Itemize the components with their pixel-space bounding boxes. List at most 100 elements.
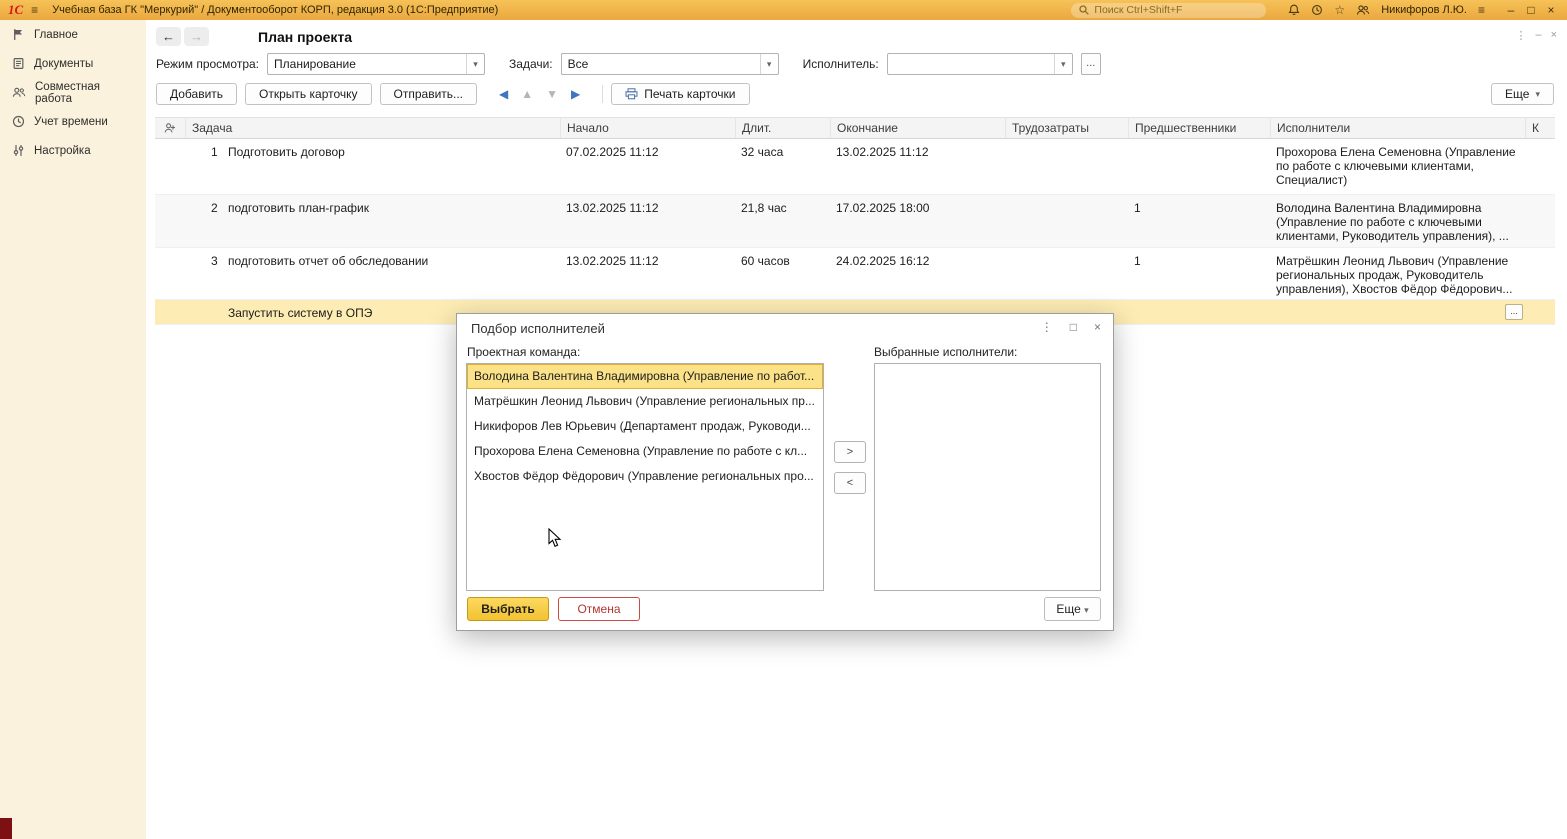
task-name: подготовить план-график bbox=[228, 201, 369, 215]
close-button[interactable]: × bbox=[1543, 3, 1559, 17]
sidebar-item-collaboration[interactable]: Совместная работа bbox=[0, 78, 146, 107]
executor-filter-input[interactable]: ▾ bbox=[886, 53, 1073, 75]
task-labor bbox=[1005, 139, 1128, 194]
project-team-list: Володина Валентина Владимировна (Управле… bbox=[466, 363, 824, 591]
table-row[interactable]: 3 подготовить отчет об обследовании 13.02… bbox=[155, 248, 1555, 300]
move-left-arrow-icon[interactable]: ◀ bbox=[499, 87, 508, 101]
task-executors: Прохорова Елена Семеновна (Управление по… bbox=[1276, 145, 1516, 187]
column-header-k[interactable]: К bbox=[1525, 118, 1555, 138]
task-labor bbox=[1005, 248, 1128, 299]
command-bar: Добавить Открыть карточку Отправить... ◀… bbox=[156, 83, 1554, 105]
list-item[interactable]: Володина Валентина Владимировна (Управле… bbox=[467, 364, 823, 389]
chevron-down-icon[interactable]: ▾ bbox=[759, 54, 778, 74]
notifications-bell-icon[interactable] bbox=[1288, 4, 1300, 16]
current-user[interactable]: Никифоров Л.Ю. bbox=[1381, 4, 1467, 16]
column-header-predecessors[interactable]: Предшественники bbox=[1128, 118, 1270, 138]
executor-filter-label: Исполнитель: bbox=[802, 57, 879, 71]
view-mode-label: Режим просмотра: bbox=[156, 57, 260, 71]
sidebar-item-label: Настройка bbox=[34, 144, 91, 157]
main-menu-icon[interactable]: ≡ bbox=[31, 3, 38, 17]
sidebar-item-label: Учет времени bbox=[34, 115, 108, 128]
sidebar-item-main[interactable]: Главное bbox=[0, 20, 146, 49]
column-header-labor[interactable]: Трудозатраты bbox=[1005, 118, 1128, 138]
1c-logo: 1С bbox=[8, 2, 24, 17]
move-right-arrow-icon[interactable]: ▶ bbox=[571, 87, 580, 101]
table-row[interactable]: 2 подготовить план-график 13.02.2025 11:1… bbox=[155, 195, 1555, 248]
list-item[interactable]: Хвостов Фёдор Фёдорович (Управление реги… bbox=[467, 464, 823, 489]
nav-back-button[interactable]: ← bbox=[156, 27, 181, 46]
sidebar-item-time-tracking[interactable]: Учет времени bbox=[0, 107, 146, 136]
sidebar-item-label: Главное bbox=[34, 28, 78, 41]
dialog-more-icon[interactable]: ⋮ bbox=[1041, 320, 1053, 334]
collaboration-users-icon bbox=[12, 87, 26, 97]
list-item[interactable]: Прохорова Елена Семеновна (Управление по… bbox=[467, 439, 823, 464]
column-header-executors[interactable]: Исполнители bbox=[1270, 118, 1525, 138]
dialog-close-icon[interactable]: × bbox=[1094, 320, 1101, 334]
column-header-duration[interactable]: Длит. bbox=[735, 118, 830, 138]
sidebar-item-documents[interactable]: Документы bbox=[0, 49, 146, 78]
open-card-button[interactable]: Открыть карточку bbox=[245, 83, 372, 105]
form-minimize-icon[interactable]: – bbox=[1535, 29, 1541, 42]
task-end: 13.02.2025 11:12 bbox=[836, 145, 929, 159]
task-end: 24.02.2025 16:12 bbox=[836, 254, 930, 268]
move-from-selected-button[interactable]: < bbox=[834, 472, 866, 494]
more-button[interactable]: Еще ▾ bbox=[1491, 83, 1554, 105]
select-button[interactable]: Выбрать bbox=[467, 597, 549, 621]
sidebar-item-label: Документы bbox=[34, 57, 94, 70]
chevron-down-icon: ▾ bbox=[1535, 88, 1540, 99]
screen-artifact bbox=[0, 818, 12, 839]
person-column-header[interactable] bbox=[155, 118, 185, 138]
toolbar-separator bbox=[602, 85, 604, 103]
task-name: Запустить систему в ОПЭ bbox=[228, 306, 373, 320]
task-executors: Матрёшкин Леонид Львович (Управление рег… bbox=[1276, 254, 1513, 296]
nav-forward-button[interactable]: → bbox=[184, 27, 209, 46]
chevron-down-icon[interactable]: ▾ bbox=[1053, 54, 1072, 74]
global-search-input[interactable]: Поиск Ctrl+Shift+F bbox=[1071, 2, 1267, 18]
task-predecessors bbox=[1128, 300, 1270, 324]
history-icon[interactable] bbox=[1311, 4, 1323, 16]
executor-choose-button[interactable]: ... bbox=[1080, 53, 1101, 75]
sidebar-item-settings[interactable]: Настройка bbox=[0, 136, 146, 165]
team-list-label: Проектная команда: bbox=[467, 345, 581, 359]
table-row[interactable]: 1 Подготовить договор 07.02.2025 11:12 32… bbox=[155, 139, 1555, 195]
minimize-button[interactable]: – bbox=[1503, 3, 1519, 17]
favorites-star-icon[interactable]: ☆ bbox=[1334, 3, 1345, 17]
task-labor bbox=[1005, 195, 1128, 247]
form-more-icon[interactable]: ⋮ bbox=[1515, 29, 1526, 42]
chevron-down-icon[interactable]: ▾ bbox=[466, 54, 484, 74]
dialog-maximize-icon[interactable]: □ bbox=[1070, 320, 1077, 334]
column-header-task[interactable]: Задача bbox=[185, 118, 560, 138]
task-start: 07.02.2025 11:12 bbox=[566, 145, 659, 159]
list-item[interactable]: Никифоров Лев Юрьевич (Департамент прода… bbox=[467, 414, 823, 439]
filter-bar: Режим просмотра: Планирование ▾ Задачи: … bbox=[156, 53, 1101, 75]
move-to-selected-button[interactable]: > bbox=[834, 441, 866, 463]
form-close-icon[interactable]: × bbox=[1551, 29, 1557, 42]
dialog-more-button[interactable]: Еще ▾ bbox=[1044, 597, 1101, 621]
window-title: Учебная база ГК "Меркурий" / Документооб… bbox=[52, 4, 499, 16]
discussions-users-icon[interactable] bbox=[1356, 4, 1370, 16]
printer-icon bbox=[625, 88, 638, 100]
chevron-down-icon: ▾ bbox=[1084, 605, 1089, 615]
view-mode-select[interactable]: Планирование ▾ bbox=[267, 53, 486, 75]
task-start: 13.02.2025 11:12 bbox=[566, 201, 659, 215]
add-button[interactable]: Добавить bbox=[156, 83, 238, 105]
executors-choose-button[interactable]: ... bbox=[1505, 304, 1523, 320]
dialog-title: Подбор исполнителей bbox=[471, 321, 605, 336]
column-header-end[interactable]: Окончание bbox=[830, 118, 1005, 138]
person-icon bbox=[164, 123, 175, 133]
settings-sliders-icon bbox=[13, 145, 24, 156]
selected-executors-list[interactable] bbox=[874, 363, 1101, 591]
list-item[interactable]: Матрёшкин Леонид Львович (Управление рег… bbox=[467, 389, 823, 414]
print-card-button[interactable]: Печать карточки bbox=[611, 83, 750, 105]
cancel-button[interactable]: Отмена bbox=[558, 597, 640, 621]
maximize-button[interactable]: □ bbox=[1523, 3, 1539, 17]
send-button[interactable]: Отправить... bbox=[379, 83, 478, 105]
task-duration: 60 часов bbox=[741, 254, 790, 268]
tasks-filter-select[interactable]: Все ▾ bbox=[560, 53, 779, 75]
task-name: Подготовить договор bbox=[228, 145, 345, 159]
move-down-arrow-icon[interactable]: ▼ bbox=[546, 87, 558, 101]
user-menu-icon[interactable]: ≡ bbox=[1478, 3, 1485, 17]
column-header-start[interactable]: Начало bbox=[560, 118, 735, 138]
task-predecessors: 1 bbox=[1134, 201, 1141, 215]
move-up-arrow-icon[interactable]: ▲ bbox=[521, 87, 533, 101]
